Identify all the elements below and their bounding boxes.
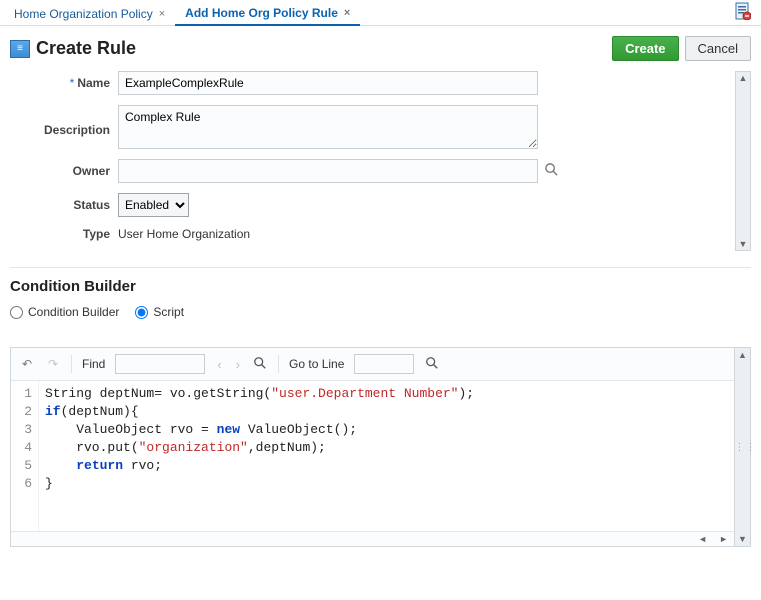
- owner-label: Owner: [73, 164, 110, 178]
- close-icon[interactable]: ×: [344, 7, 350, 19]
- goto-label: Go to Line: [289, 357, 344, 371]
- radio-condition-builder[interactable]: Condition Builder: [10, 305, 119, 319]
- script-editor: ↶ ↷ Find ‹ › Go to Line 123456 Strin: [10, 347, 735, 547]
- editor-h-scrollbar[interactable]: ◄►: [11, 531, 734, 546]
- line-gutter: 123456: [11, 381, 39, 531]
- tab-label: Add Home Org Policy Rule: [185, 6, 338, 20]
- description-input[interactable]: Complex Rule: [118, 105, 538, 149]
- search-icon[interactable]: [544, 162, 559, 180]
- name-label: Name: [77, 76, 110, 90]
- document-icon[interactable]: [735, 2, 751, 20]
- header: ≡ Create Rule Create Cancel: [10, 34, 751, 67]
- find-prev-icon[interactable]: ‹: [215, 357, 223, 372]
- search-icon[interactable]: [252, 356, 268, 373]
- condition-mode-radio-group: Condition Builder Script: [10, 305, 751, 319]
- tab-bar: Home Organization Policy × Add Home Org …: [0, 0, 761, 26]
- radio-input[interactable]: [10, 306, 23, 319]
- search-icon[interactable]: [424, 356, 440, 373]
- find-input[interactable]: [115, 354, 205, 374]
- create-button[interactable]: Create: [612, 36, 678, 61]
- editor-toolbar: ↶ ↷ Find ‹ › Go to Line: [11, 348, 734, 381]
- tab-add-rule[interactable]: Add Home Org Policy Rule ×: [175, 2, 360, 26]
- owner-input[interactable]: [118, 159, 538, 183]
- type-label: Type: [83, 227, 110, 241]
- close-icon[interactable]: ×: [159, 8, 165, 20]
- radio-input[interactable]: [135, 306, 148, 319]
- tab-home-org-policy[interactable]: Home Organization Policy ×: [4, 3, 175, 25]
- status-select[interactable]: Enabled: [118, 193, 189, 217]
- find-next-icon[interactable]: ›: [234, 357, 242, 372]
- drag-handle-icon[interactable]: ⋮⋮: [735, 442, 751, 453]
- redo-icon[interactable]: ↷: [45, 357, 61, 371]
- status-label: Status: [73, 198, 110, 212]
- name-input[interactable]: [118, 71, 538, 95]
- type-value: User Home Organization: [118, 227, 250, 241]
- find-label: Find: [82, 357, 105, 371]
- description-label: Description: [44, 123, 110, 137]
- cancel-button[interactable]: Cancel: [685, 36, 751, 61]
- undo-icon[interactable]: ↶: [19, 357, 35, 371]
- page-title: Create Rule: [36, 38, 136, 59]
- condition-section-title: Condition Builder: [10, 278, 751, 295]
- code-content[interactable]: String deptNum= vo.getString("user.Depar…: [39, 381, 734, 531]
- radio-script[interactable]: Script: [135, 305, 184, 319]
- tab-label: Home Organization Policy: [14, 7, 153, 21]
- form-scrollbar[interactable]: ▲▼: [735, 71, 751, 251]
- goto-input[interactable]: [354, 354, 414, 374]
- rule-icon: ≡: [10, 40, 30, 58]
- editor-v-scrollbar[interactable]: ▲ ⋮⋮ ▼: [735, 347, 751, 547]
